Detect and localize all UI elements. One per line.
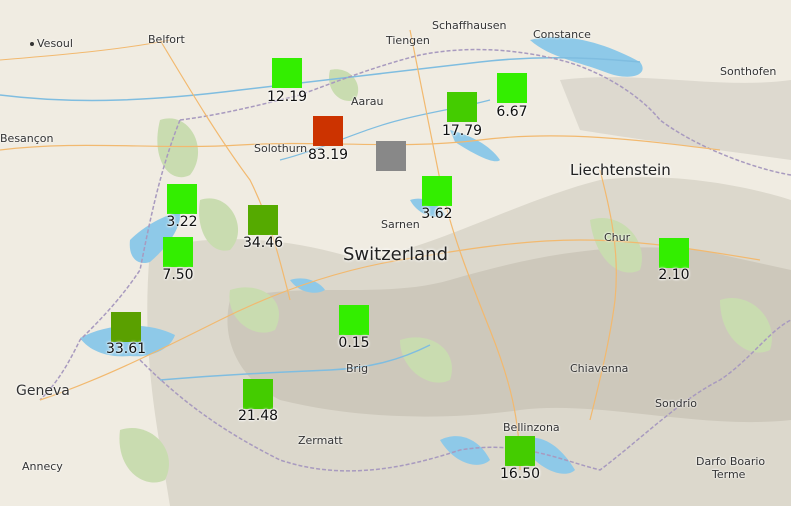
- place-geneva-label: Geneva: [16, 383, 70, 399]
- marker-6-67[interactable]: [497, 73, 527, 103]
- marker-17-79[interactable]: [447, 92, 477, 122]
- place-brig-label: Brig: [346, 362, 369, 375]
- place-bellinzona-label: Bellinzona: [503, 421, 560, 434]
- country-label-liechtenstein: Liechtenstein: [570, 161, 671, 179]
- marker-21-48[interactable]: [243, 379, 273, 409]
- place-vesoul: Vesoul: [30, 37, 73, 50]
- map-canvas[interactable]: Switzerland Liechtenstein Vesoul Belfort…: [0, 0, 791, 506]
- marker-34-46[interactable]: [248, 205, 278, 235]
- marker-7-50[interactable]: [163, 237, 193, 267]
- place-sonthofen: Sonthofen: [720, 65, 776, 78]
- place-chiavenna-label: Chiavenna: [570, 362, 629, 375]
- place-darfo-boario: Darfo Boario: [696, 455, 765, 468]
- marker-label-16-50: 16.50: [499, 466, 541, 482]
- place-sarnen-label: Sarnen: [381, 218, 420, 231]
- place-chur: Chur: [604, 231, 630, 244]
- place-chiavenna: Chiavenna: [570, 362, 628, 375]
- marker-label-33-61: 33.61: [105, 341, 147, 357]
- marker-33-61[interactable]: [111, 312, 141, 342]
- place-constance: Constance: [533, 28, 591, 41]
- place-belfort: Belfort: [148, 33, 185, 46]
- marker-2-10[interactable]: [659, 238, 689, 268]
- marker-16-50[interactable]: [505, 436, 535, 466]
- marker-label-3-62: 3.62: [421, 206, 453, 222]
- place-besancon-label: Besançon: [0, 132, 54, 145]
- place-solothurn-label: Solothurn: [254, 142, 308, 155]
- place-annecy-label: Annecy: [22, 460, 63, 473]
- marker-label-2-10: 2.10: [658, 267, 690, 283]
- place-darfo-label-2: Terme: [712, 468, 746, 481]
- place-tiengen: Tiengen: [386, 34, 430, 47]
- place-darfo-label-1: Darfo Boario: [696, 455, 766, 468]
- marker-label-21-48: 21.48: [237, 408, 279, 424]
- place-sarnen: Sarnen: [381, 218, 420, 231]
- place-sondrio: Sondrio: [655, 397, 697, 410]
- place-besancon: Besançon: [0, 132, 54, 145]
- marker-no-data[interactable]: [376, 141, 406, 171]
- place-solothurn: Solothurn: [254, 142, 307, 155]
- marker-12-19[interactable]: [272, 58, 302, 88]
- marker-label-6-67: 6.67: [496, 104, 528, 120]
- place-chur-label: Chur: [604, 231, 631, 244]
- marker-label-12-19: 12.19: [266, 89, 308, 105]
- marker-83-19[interactable]: [313, 116, 343, 146]
- place-sonthofen-label: Sonthofen: [720, 65, 777, 78]
- place-aarau-label: Aarau: [351, 95, 384, 108]
- country-label-switzerland: Switzerland: [343, 244, 448, 265]
- marker-label-34-46: 34.46: [242, 235, 284, 251]
- marker-label-7-50: 7.50: [162, 267, 194, 283]
- place-schaffhausen: Schaffhausen: [432, 19, 506, 32]
- place-zermatt: Zermatt: [298, 434, 343, 447]
- marker-label-17-79: 17.79: [441, 123, 483, 139]
- marker-label-0-15: 0.15: [338, 335, 370, 351]
- marker-3-22[interactable]: [167, 184, 197, 214]
- place-constance-label: Constance: [533, 28, 591, 41]
- place-sondrio-label: Sondrio: [655, 397, 697, 410]
- place-zermatt-label: Zermatt: [298, 434, 343, 447]
- place-bellinzona: Bellinzona: [503, 421, 560, 434]
- place-darfo-terme: Terme: [712, 468, 745, 481]
- marker-label-83-19: 83.19: [307, 147, 349, 163]
- place-aarau: Aarau: [351, 95, 384, 108]
- marker-0-15[interactable]: [339, 305, 369, 335]
- marker-label-3-22: 3.22: [166, 214, 198, 230]
- place-brig: Brig: [346, 362, 368, 375]
- place-belfort-label: Belfort: [148, 33, 185, 46]
- place-annecy: Annecy: [22, 460, 63, 473]
- place-schaffhausen-label: Schaffhausen: [432, 19, 507, 32]
- marker-3-62[interactable]: [422, 176, 452, 206]
- place-geneva: Geneva: [16, 383, 70, 399]
- place-tiengen-label: Tiengen: [386, 34, 430, 47]
- place-vesoul-label: Vesoul: [37, 37, 73, 50]
